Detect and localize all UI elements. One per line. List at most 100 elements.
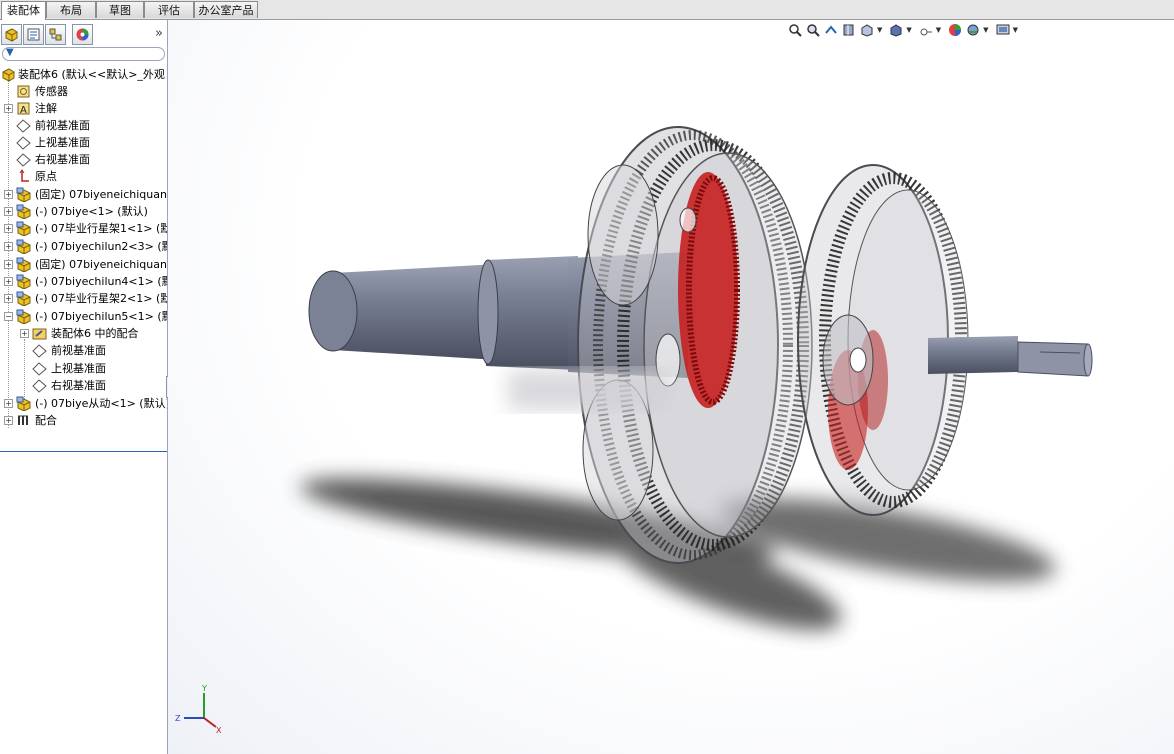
plane-icon <box>16 153 31 167</box>
tree-item-label: (固定) 07biyeneichiquan3< <box>35 188 167 201</box>
plane-icon <box>16 119 31 133</box>
tab-assembly[interactable]: 装配体 <box>1 1 46 20</box>
feature-manager-tab[interactable] <box>1 24 22 45</box>
triad-z-label: Z <box>175 714 181 723</box>
tree-item-front-plane[interactable]: 前视基准面 <box>0 117 167 134</box>
mates-folder-icon <box>32 328 47 340</box>
tree-root-assembly[interactable]: 装配体6 (默认<<默认>_外观 显 <box>0 66 167 83</box>
panel-toolbar: » <box>0 24 167 46</box>
tree-item-part[interactable]: + (固定) 07biyeneichiquan3< <box>0 186 167 203</box>
tree-item-origin[interactable]: 原点 <box>0 168 167 185</box>
feature-tree-icon <box>5 28 18 42</box>
expand-icon[interactable]: + <box>20 329 29 338</box>
plane-icon <box>16 136 31 150</box>
tree-root-label: 装配体6 (默认<<默认>_外观 显 <box>18 68 167 81</box>
output-shaft[interactable] <box>928 336 1093 377</box>
command-manager-tabs: 装配体 布局 草图 评估 办公室产品 <box>0 0 1174 20</box>
tree-item-label: (-) 07biye<1> (默认) <box>35 205 148 218</box>
svg-text:A: A <box>20 105 27 116</box>
tree-item-part[interactable]: + (-) 07biyechilun2<3> (默认 <box>0 238 167 255</box>
tree-item-label: (-) 07biye从动<1> (默认) <box>35 397 167 410</box>
tree-filter-input[interactable]: ▼ <box>2 47 165 61</box>
expand-icon[interactable]: + <box>4 104 13 113</box>
tree-item-part[interactable]: + (固定) 07biyeneichiquan6< <box>0 256 167 273</box>
expand-icon[interactable]: + <box>4 260 13 269</box>
tree-item-label: (-) 07biyechilun2<3> (默认 <box>35 240 167 253</box>
tab-layout[interactable]: 布局 <box>46 1 96 18</box>
reference-triad: Y Z X <box>175 684 222 733</box>
tree-item-label: 前视基准面 <box>35 119 90 132</box>
expand-icon[interactable]: + <box>4 224 13 233</box>
expand-icon[interactable]: + <box>4 294 13 303</box>
triad-y-label: Y <box>201 684 207 693</box>
tab-sketch[interactable]: 草图 <box>96 1 144 18</box>
part-icon <box>16 396 31 411</box>
collapse-icon[interactable]: − <box>4 312 13 321</box>
plane-icon <box>32 362 47 376</box>
tree-item-part[interactable]: + (-) 07biye<1> (默认) <box>0 203 167 220</box>
plane-icon <box>32 344 47 358</box>
annotation-icon: A <box>17 102 30 116</box>
tree-item-label: 上视基准面 <box>51 362 106 375</box>
planet-carrier-stage2[interactable] <box>822 314 874 406</box>
triad-x-label: X <box>216 726 222 733</box>
expand-icon[interactable]: + <box>4 416 13 425</box>
tree-item-part[interactable]: + (-) 07biyechilun4<1> (默认 <box>0 273 167 290</box>
part-icon <box>16 257 31 272</box>
tree-item-label: (-) 07毕业行星架1<1> (默认 <box>35 222 167 235</box>
expand-icon[interactable]: + <box>4 277 13 286</box>
tree-item-sensors[interactable]: 传感器 <box>0 83 167 100</box>
part-icon <box>16 239 31 254</box>
mates-icon <box>18 415 28 425</box>
tree-item-label: 前视基准面 <box>51 344 106 357</box>
planetary-gearbox-model[interactable] <box>168 20 1174 754</box>
tree-item-label: (-) 07毕业行星架2<1> (默认 <box>35 292 167 305</box>
part-icon <box>16 291 31 306</box>
tree-item-label: 装配体6 中的配合 <box>51 327 139 340</box>
tree-item-sub-right-plane[interactable]: 右视基准面 <box>0 377 167 394</box>
feature-manager-panel: » ▼ 装配体6 (默认<<默认>_外观 显 传感器 + A 注解 前视基准面 … <box>0 20 168 754</box>
tree-item-part[interactable]: + (-) 07毕业行星架1<1> (默认 <box>0 220 167 237</box>
tree-item-top-plane[interactable]: 上视基准面 <box>0 134 167 151</box>
assembly-icon <box>2 68 15 82</box>
tab-evaluate[interactable]: 评估 <box>144 1 194 18</box>
sensor-icon <box>17 85 30 98</box>
tree-item-right-plane[interactable]: 右视基准面 <box>0 151 167 168</box>
tree-item-mates[interactable]: + 配合 <box>0 412 167 429</box>
tree-item-part[interactable]: + (-) 07毕业行星架2<1> (默认 <box>0 290 167 307</box>
appearance-icon <box>76 28 89 41</box>
tab-office-products[interactable]: 办公室产品 <box>194 1 258 18</box>
tree-item-sub-front-plane[interactable]: 前视基准面 <box>0 342 167 359</box>
property-manager-tab[interactable] <box>23 24 44 45</box>
plane-icon <box>32 379 47 393</box>
display-manager-tab[interactable] <box>72 24 93 45</box>
expand-icon[interactable]: + <box>4 190 13 199</box>
tree-item-label: 传感器 <box>35 85 68 98</box>
tree-item-label: 注解 <box>35 102 57 115</box>
expand-icon[interactable]: + <box>4 207 13 216</box>
tree-item-part-expanded[interactable]: − (-) 07biyechilun5<1> (默认 <box>0 308 167 325</box>
tree-item-annotations[interactable]: + A 注解 <box>0 100 167 117</box>
blurred-region <box>508 370 668 410</box>
tree-item-subassembly-mates[interactable]: + 装配体6 中的配合 <box>0 325 167 342</box>
tree-item-label: (固定) 07biyeneichiquan6< <box>35 258 167 271</box>
origin-icon <box>19 169 29 182</box>
tree-item-label: 右视基准面 <box>51 379 106 392</box>
graphics-viewport[interactable]: ▼ ▼ ▼ ▼ ▼ Y Z X <box>168 20 1174 754</box>
sun-gear-stage1[interactable] <box>678 172 740 408</box>
part-icon <box>16 204 31 219</box>
tree-item-label: (-) 07biyechilun4<1> (默认 <box>35 275 167 288</box>
property-manager-icon <box>27 28 40 41</box>
tree-item-part[interactable]: + (-) 07biye从动<1> (默认) <box>0 395 167 412</box>
configuration-icon <box>49 28 62 41</box>
expand-icon[interactable]: + <box>4 399 13 408</box>
panel-expand-icon[interactable]: » <box>155 26 163 41</box>
expand-icon[interactable]: + <box>4 242 13 251</box>
tree-end-marker <box>0 451 167 452</box>
filter-icon: ▼ <box>6 47 14 58</box>
part-icon <box>16 221 31 236</box>
tree-item-sub-top-plane[interactable]: 上视基准面 <box>0 360 167 377</box>
part-icon <box>16 274 31 289</box>
configuration-manager-tab[interactable] <box>45 24 66 45</box>
tree-item-label: 原点 <box>35 170 57 183</box>
